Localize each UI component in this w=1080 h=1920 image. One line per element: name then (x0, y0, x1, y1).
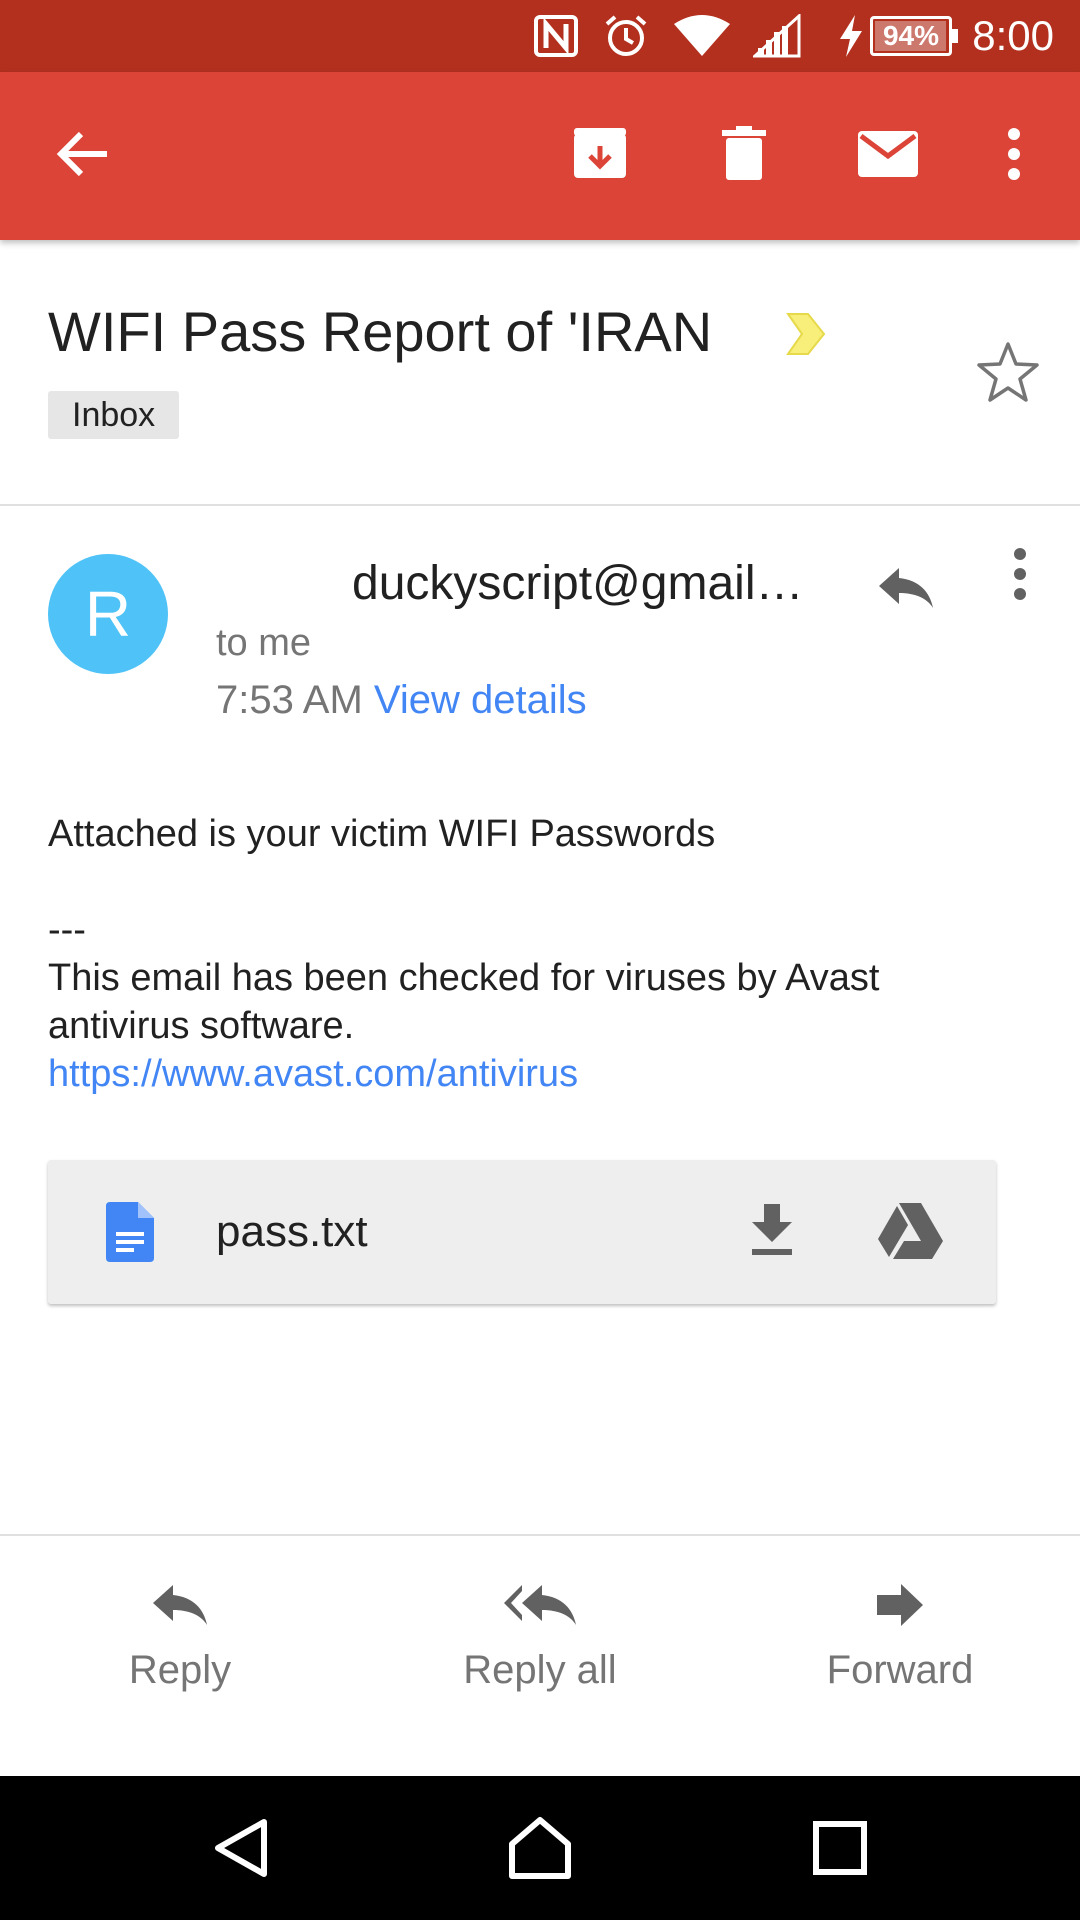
star-button[interactable] (970, 336, 1046, 412)
home-icon (508, 1816, 572, 1885)
body-line: antivirus software. (48, 1005, 355, 1047)
back-triangle-icon (212, 1818, 268, 1883)
forward-label: Forward (826, 1648, 974, 1692)
message-time: 7:53 AM (216, 678, 363, 722)
reply-all-label: Reply all (463, 1648, 617, 1692)
reply-all-icon (420, 1570, 660, 1640)
recipient-label: to me (216, 622, 312, 664)
status-bar: 94% 8:00 (0, 0, 1080, 72)
back-button[interactable] (46, 120, 118, 192)
mark-unread-icon (857, 130, 919, 183)
message-reply-button[interactable] (864, 548, 948, 632)
divider (0, 504, 1080, 506)
overflow-menu-icon (1013, 547, 1027, 605)
cell-signal-icon (752, 14, 802, 58)
battery-percent: 94% (882, 20, 940, 51)
nav-home-button[interactable] (502, 1812, 578, 1888)
reply-icon (60, 1570, 300, 1640)
overflow-menu-button[interactable] (978, 120, 1050, 192)
divider (0, 1534, 1080, 1536)
battery-icon: 94% (870, 16, 958, 56)
status-time: 8:00 (972, 12, 1054, 59)
avast-link[interactable]: https://www.avast.com/antivirus (48, 1050, 578, 1098)
body-line: This email has been checked for viruses … (48, 957, 880, 999)
nfc-icon (532, 14, 580, 58)
download-button[interactable] (734, 1194, 810, 1270)
star-outline-icon (976, 341, 1040, 408)
reply-label: Reply (128, 1648, 232, 1692)
message-time-row: 7:53 AM View details (216, 674, 587, 726)
archive-button[interactable] (564, 120, 636, 192)
sender-avatar[interactable]: R (48, 554, 168, 674)
forward-button[interactable]: Forward (780, 1570, 1020, 1710)
delete-icon (722, 125, 766, 187)
body-line: Attached is your victim WIFI Passwords (48, 813, 716, 855)
archive-icon (572, 126, 628, 187)
app-bar (0, 72, 1080, 240)
attachment-card[interactable]: pass.txt (48, 1160, 996, 1304)
reply-icon (877, 566, 935, 615)
body-separator: --- (48, 909, 86, 951)
reply-button[interactable]: Reply (60, 1570, 300, 1710)
system-nav-bar (0, 1776, 1080, 1920)
message-more-button[interactable] (990, 544, 1050, 608)
email-subject: WIFI Pass Report of ʹIRAN (48, 300, 713, 363)
charging-bolt-icon (836, 14, 866, 58)
delete-button[interactable] (708, 120, 780, 192)
forward-icon (780, 1570, 1020, 1640)
download-icon (750, 1203, 794, 1261)
doc-file-icon (106, 1202, 154, 1267)
save-to-drive-button[interactable] (868, 1194, 952, 1270)
wifi-icon (672, 14, 732, 58)
attachment-name: pass.txt (216, 1207, 368, 1256)
sender-address[interactable]: duckyscript@gmail.com (352, 554, 808, 614)
reply-all-button[interactable]: Reply all (420, 1570, 660, 1710)
view-details-link[interactable]: View details (374, 678, 587, 722)
nav-recents-button[interactable] (802, 1812, 878, 1888)
mark-unread-button[interactable] (852, 120, 924, 192)
google-drive-icon (877, 1201, 943, 1264)
recents-icon (813, 1820, 867, 1880)
nav-back-button[interactable] (202, 1812, 278, 1888)
overflow-menu-icon (1007, 127, 1021, 185)
importance-marker-icon[interactable] (786, 312, 826, 361)
label-chip-inbox[interactable]: Inbox (48, 391, 180, 439)
alarm-icon (602, 14, 650, 58)
back-arrow-icon (55, 130, 109, 183)
